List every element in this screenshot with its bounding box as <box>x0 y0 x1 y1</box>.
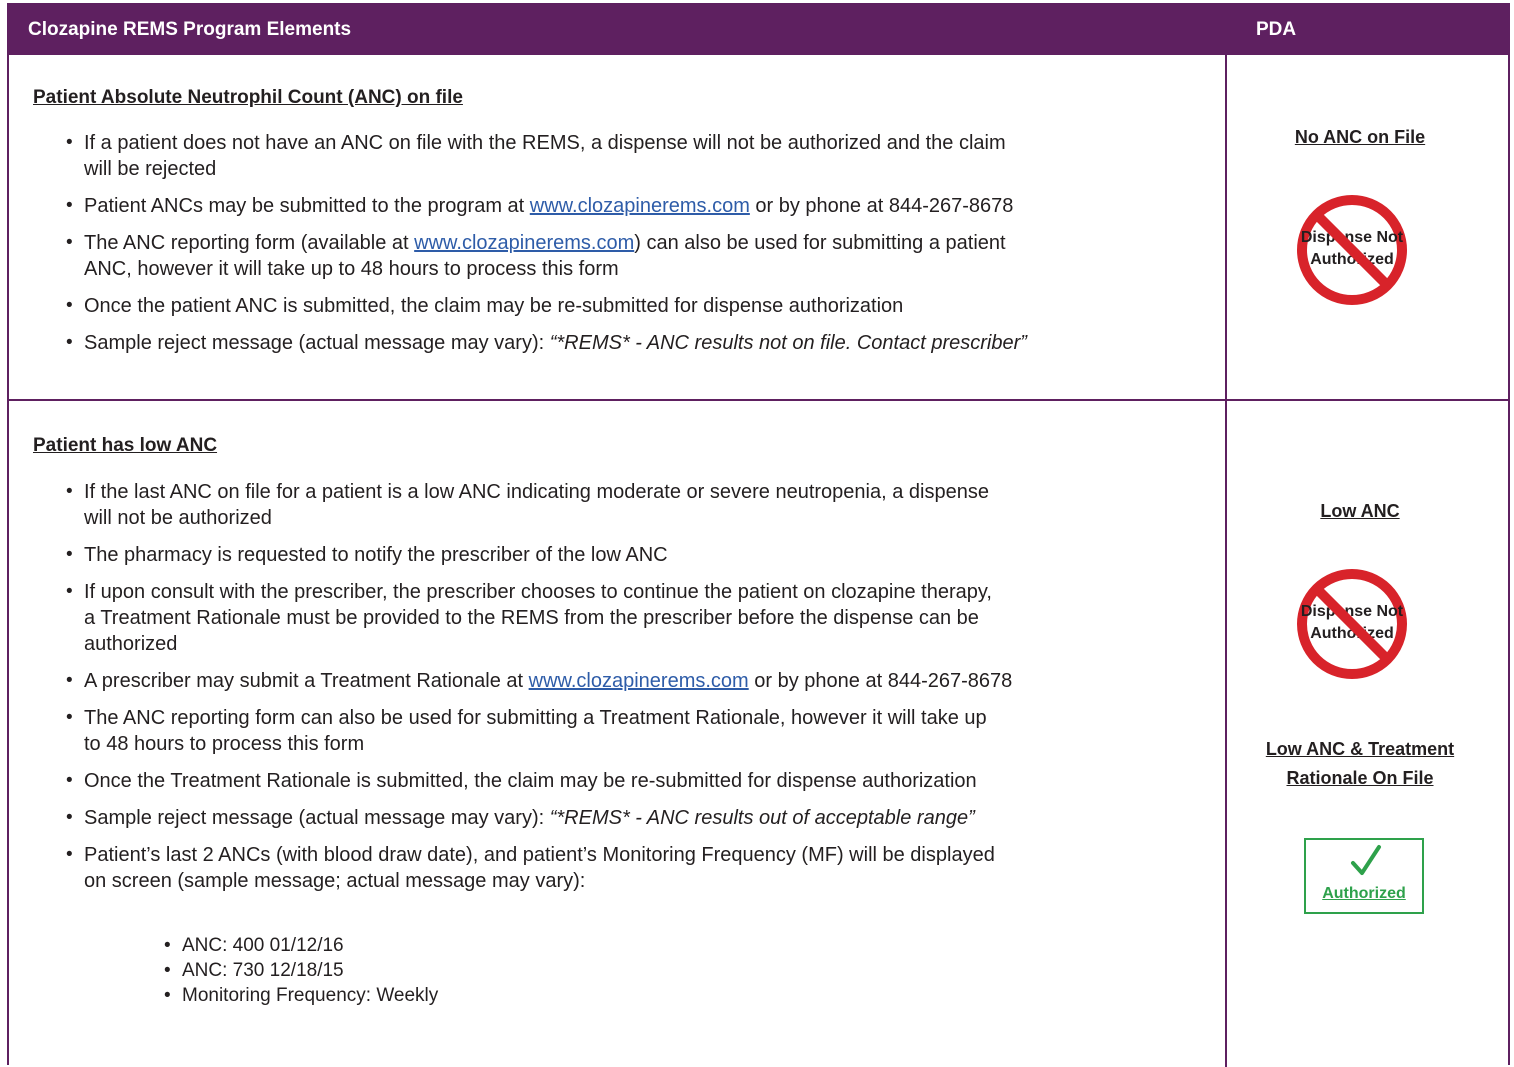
list-item: Patient ANCs may be submitted to the pro… <box>9 193 1169 219</box>
bullet-text: Once the patient ANC is submitted, the c… <box>84 295 904 317</box>
prohibited-slash <box>1312 210 1392 290</box>
section-title-low-anc: Patient has low ANC <box>33 435 218 456</box>
pda-label-low-anc: Low ANC <box>1320 501 1400 521</box>
section2-bullet-list: If the last ANC on file for a patient is… <box>9 479 1169 894</box>
bullet-text: Sample reject message (actual message ma… <box>84 332 550 354</box>
bullet-text: Patient ANCs may be submitted to the pro… <box>84 195 530 217</box>
prohibited-slash <box>1312 584 1392 664</box>
list-item: Monitoring Frequency: Weekly <box>9 983 438 1008</box>
bullet-text: If the last ANC on file for a patient is… <box>84 481 989 503</box>
bullet-text: If a patient does not have an ANC on fil… <box>84 132 1006 154</box>
anc-sample-sublist: ANC: 400 01/12/16 ANC: 730 12/18/15 Moni… <box>9 933 438 1008</box>
pda-label-no-anc: No ANC on File <box>1294 127 1426 147</box>
list-item: ANC: 400 01/12/16 <box>9 933 438 958</box>
bullet-text: ANC, however it will take up to 48 hours… <box>84 258 619 280</box>
label-line: Low ANC & Treatment <box>1265 739 1455 759</box>
bullet-text: Patient’s last 2 ANCs (with blood draw d… <box>84 844 995 866</box>
bullet-text: Sample reject message (actual message ma… <box>84 807 550 829</box>
bullet-text: on screen (sample message; actual messag… <box>84 870 586 892</box>
bullet-text: or by phone at 844-267-8678 <box>748 670 1013 692</box>
clozapinerems-link[interactable]: www.clozapinerems.com <box>530 195 750 217</box>
list-item: If a patient does not have an ANC on fil… <box>9 130 1169 182</box>
bullet-text: ) can also be used for submitting a pati… <box>634 232 1006 254</box>
bullet-text: If upon consult with the prescriber, the… <box>84 581 992 603</box>
authorized-label: Authorized <box>1322 885 1406 902</box>
list-item: If the last ANC on file for a patient is… <box>9 479 1169 531</box>
list-item: Sample reject message (actual message ma… <box>9 805 1169 831</box>
bullet-text: will be rejected <box>84 158 217 180</box>
list-item: The ANC reporting form can also be used … <box>9 705 1169 757</box>
clozapinerems-link[interactable]: www.clozapinerems.com <box>529 670 749 692</box>
bullet-text: will not be authorized <box>84 507 272 529</box>
list-item: If upon consult with the prescriber, the… <box>9 579 1169 657</box>
bullet-text: The ANC reporting form can also be used … <box>84 707 987 729</box>
bullet-text: authorized <box>84 633 178 655</box>
bullet-text: Once the Treatment Rationale is submitte… <box>84 770 977 792</box>
bullet-text: to 48 hours to process this form <box>84 733 365 755</box>
bullet-text: a Treatment Rationale must be provided t… <box>84 607 979 629</box>
rems-table: Clozapine REMS Program Elements PDA Pati… <box>7 3 1510 1067</box>
list-item: Once the Treatment Rationale is submitte… <box>9 768 1169 794</box>
bullet-text: A prescriber may submit a Treatment Rati… <box>84 670 529 692</box>
sample-reject-message: “*REMS* - ANC results not on file. Conta… <box>549 332 1027 354</box>
list-item: Once the patient ANC is submitted, the c… <box>9 293 1169 319</box>
column-divider <box>1225 55 1227 1067</box>
sample-reject-message: “*REMS* - ANC results out of acceptable … <box>549 807 975 829</box>
table-header: Clozapine REMS Program Elements PDA <box>9 5 1508 55</box>
section-title-anc-on-file: Patient Absolute Neutrophil Count (ANC) … <box>33 87 463 108</box>
prohibited-sign-icon: Dispense Not Authorized <box>1292 190 1412 310</box>
prohibited-sign-icon: Dispense Not Authorized <box>1292 564 1412 684</box>
row-divider <box>9 399 1508 401</box>
label-line: Rationale On File <box>1286 768 1434 788</box>
list-item: A prescriber may submit a Treatment Rati… <box>9 668 1169 694</box>
pda-label-low-anc-treatment: Low ANC & Treatment Rationale On File <box>1220 735 1500 793</box>
list-item: ANC: 730 12/18/15 <box>9 958 438 983</box>
bullet-text: or by phone at 844-267-8678 <box>749 195 1014 217</box>
header-program-elements: Clozapine REMS Program Elements <box>28 19 352 40</box>
section1-bullet-list: If a patient does not have an ANC on fil… <box>9 130 1169 356</box>
list-item: Patient’s last 2 ANCs (with blood draw d… <box>9 842 1169 894</box>
list-item: The pharmacy is requested to notify the … <box>9 542 1169 568</box>
bullet-text: The pharmacy is requested to notify the … <box>84 544 668 566</box>
bullet-text: The ANC reporting form (available at <box>84 232 415 254</box>
list-item: The ANC reporting form (available at www… <box>9 230 1169 282</box>
authorized-box: Authorized <box>1304 838 1424 914</box>
clozapinerems-link[interactable]: www.clozapinerems.com <box>414 232 634 254</box>
list-item: Sample reject message (actual message ma… <box>9 330 1169 356</box>
header-pda: PDA <box>1256 19 1297 40</box>
checkmark-icon <box>1351 845 1381 875</box>
